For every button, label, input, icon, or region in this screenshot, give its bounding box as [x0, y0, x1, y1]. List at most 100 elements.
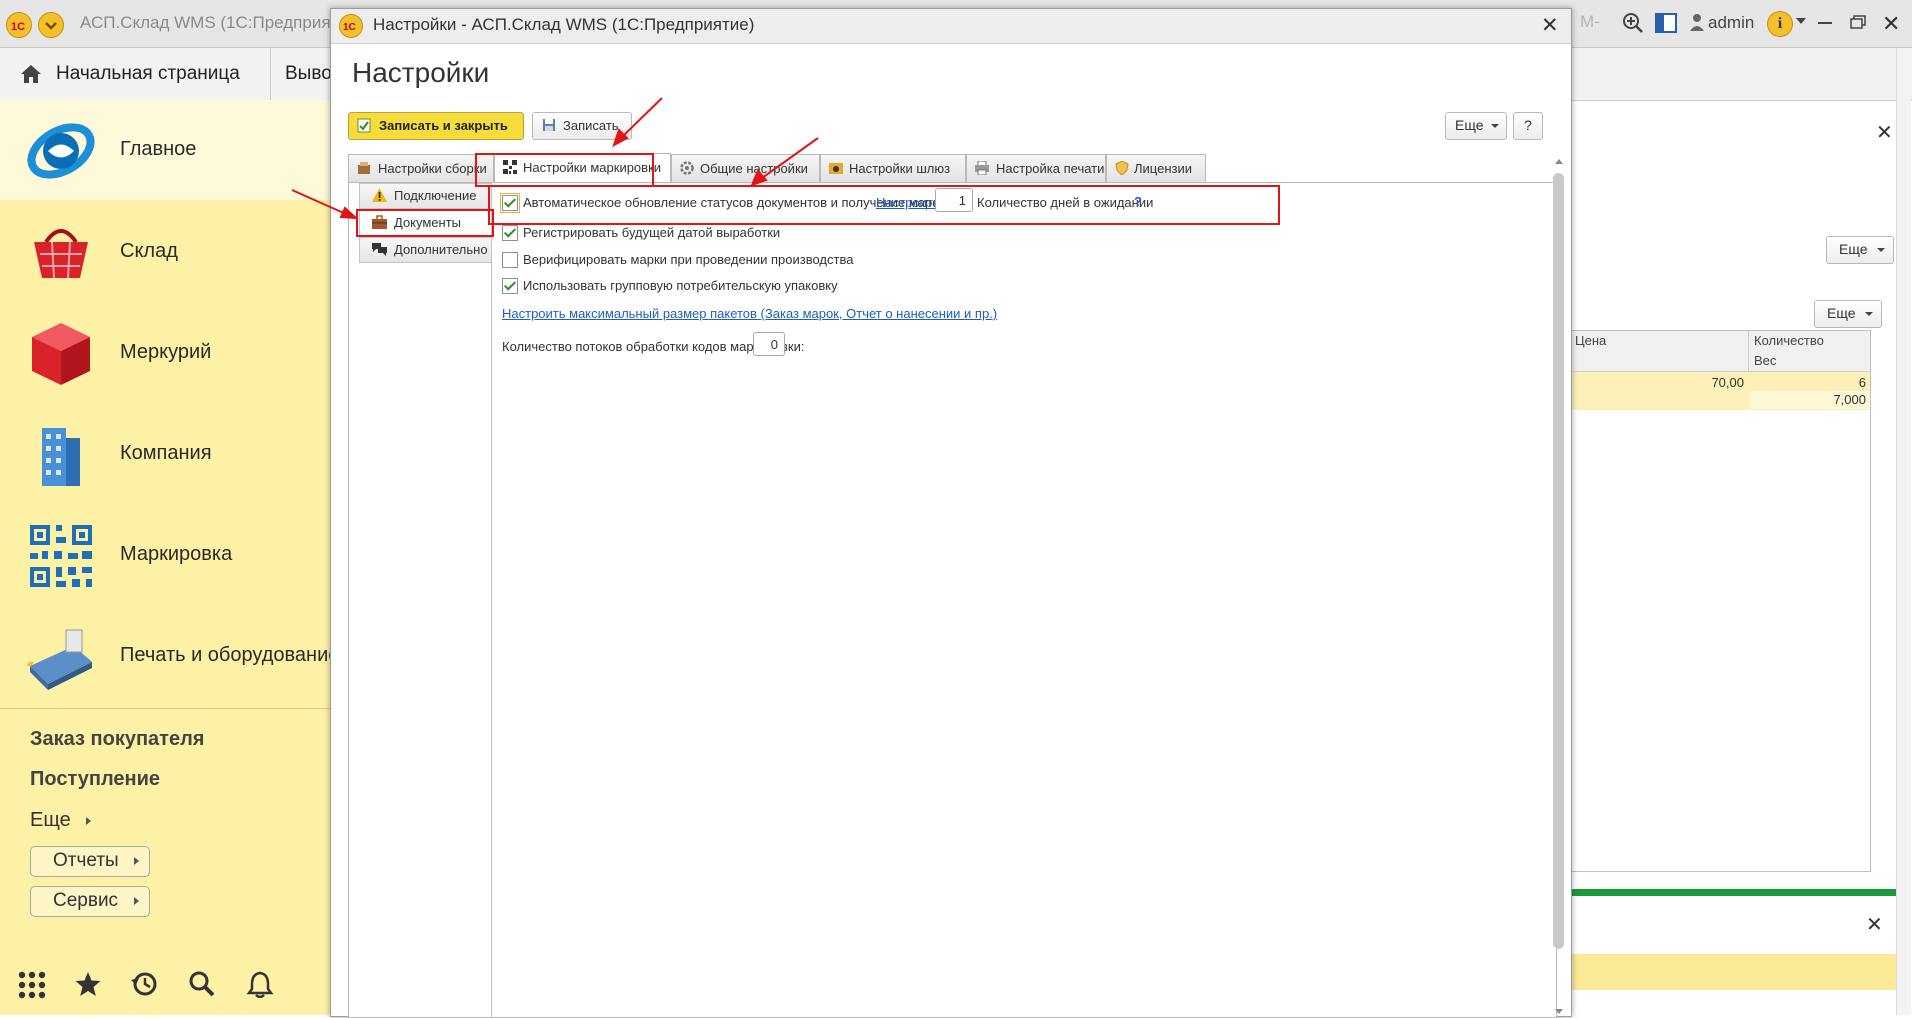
sections-panel: Главное Склад Меркурий Компания Маркиров…	[0, 100, 339, 1015]
help-button[interactable]: ?	[1513, 112, 1543, 140]
search-icon[interactable]	[188, 970, 216, 998]
help-label: ?	[1524, 117, 1532, 133]
quantity-cell: 6	[1858, 375, 1866, 390]
column-divider	[1748, 331, 1749, 371]
tab-label: Лицензии	[1134, 161, 1192, 176]
section-label: Меркурий	[120, 341, 212, 363]
future-date-label: Регистрировать будущей датой выработки	[523, 225, 781, 240]
tab-gateway-settings[interactable]: Настройки шлюз	[820, 154, 966, 182]
warning-icon	[372, 188, 387, 203]
more-button[interactable]: Еще	[1826, 236, 1894, 264]
group-pack-label: Использовать групповую потребительскую у…	[523, 278, 838, 293]
chevron-right-icon	[134, 897, 139, 905]
verify-checkbox[interactable]	[502, 252, 518, 268]
notifications-bell-icon[interactable]	[246, 970, 274, 999]
annotation-box-auto-update	[488, 185, 1280, 225]
section-company[interactable]: Компания	[0, 404, 330, 504]
command-receipt[interactable]: Поступление	[30, 768, 160, 791]
table-more-button[interactable]: Еще	[1814, 300, 1882, 328]
close-panel-icon[interactable]: ✕	[1866, 912, 1883, 937]
max-package-size-link[interactable]: Настроить максимальный размер пакетов (З…	[502, 306, 997, 321]
reports-label: Отчеты	[53, 850, 119, 871]
section-label: Компания	[120, 442, 212, 464]
tab-output[interactable]: Выво	[285, 48, 332, 100]
divider	[0, 708, 330, 709]
restore-icon[interactable]	[1850, 15, 1866, 29]
section-mercury[interactable]: Меркурий	[0, 303, 330, 403]
close-dialog-icon[interactable]: ✕	[1541, 13, 1559, 38]
user-name[interactable]: admin	[1708, 13, 1754, 33]
history-icon[interactable]	[130, 970, 158, 998]
subtab-additional[interactable]: Дополнительно	[359, 237, 492, 263]
scroll-up-icon[interactable]	[1555, 159, 1563, 164]
open-windows-bar: Начальная страница Выво	[0, 48, 340, 101]
subtab-connection[interactable]: Подключение	[359, 183, 492, 209]
main-logo-icon	[26, 116, 96, 186]
close-app-icon[interactable]: ✕	[1882, 11, 1900, 37]
dialog-scrollbar[interactable]	[1552, 159, 1566, 1016]
background-tabbar	[1570, 48, 1912, 101]
favorites-star-icon[interactable]	[74, 970, 102, 998]
section-print-equipment[interactable]: Печать и оборудование	[0, 606, 339, 706]
tab-label: Настройки шлюз	[849, 161, 951, 176]
service-button[interactable]: Сервис	[30, 886, 150, 917]
verify-label: Верифицировать марки при проведении прои…	[523, 252, 854, 267]
save-and-close-label: Записать и закрыть	[379, 118, 508, 133]
tab-home[interactable]: Начальная страница	[56, 48, 240, 100]
subtab-label: Дополнительно	[394, 242, 488, 257]
chevron-down-icon[interactable]	[1796, 18, 1806, 24]
future-date-checkbox[interactable]	[502, 225, 518, 241]
svg-text:1С: 1С	[343, 22, 356, 33]
section-warehouse[interactable]: Склад	[0, 202, 330, 302]
background-document: ✕ Еще Еще Цена Количество Вес 70,00 6 7,…	[1570, 48, 1912, 1015]
scroll-thumb[interactable]	[1553, 173, 1564, 949]
info-icon[interactable]: i	[1767, 11, 1793, 37]
tab-print-settings[interactable]: Настройка печати	[966, 154, 1106, 182]
svg-text:1С: 1С	[11, 21, 25, 33]
home-icon	[20, 64, 42, 84]
printer-icon	[975, 160, 989, 176]
annotation-box-documents	[356, 209, 494, 237]
chevron-right-icon	[86, 816, 92, 825]
threads-input[interactable]: 0	[753, 332, 785, 356]
1c-logo-icon[interactable]: 1С	[6, 12, 32, 38]
more-label: Еще	[1839, 241, 1868, 257]
more-commands-link[interactable]: Еще	[30, 809, 92, 832]
zoom-icon[interactable]	[1622, 12, 1644, 34]
more-label: Еще	[1827, 305, 1856, 321]
scrollbar[interactable]	[1896, 48, 1911, 1015]
panels-icon[interactable]	[1655, 13, 1677, 33]
chevron-down-icon	[1877, 248, 1885, 252]
section-label: Главное	[120, 138, 197, 160]
minimize-icon[interactable]	[1818, 22, 1832, 24]
section-marking[interactable]: Маркировка	[0, 505, 330, 605]
all-functions-icon[interactable]	[18, 971, 46, 999]
tab-general-settings[interactable]: Общие настройки	[671, 154, 820, 182]
save-button[interactable]: Записать	[532, 112, 632, 140]
tab-licenses[interactable]: Лицензии	[1106, 154, 1206, 182]
building-icon	[26, 420, 96, 490]
tab-label: Общие настройки	[700, 161, 808, 176]
user-icon	[1690, 13, 1704, 31]
documents-settings-panel: Автоматическое обновление статусов докум…	[491, 183, 1558, 1017]
reports-button[interactable]: Отчеты	[30, 846, 150, 877]
section-label: Склад	[120, 240, 178, 262]
more-button[interactable]: Еще	[1445, 112, 1507, 140]
save-and-close-button[interactable]: Записать и закрыть	[348, 112, 524, 140]
green-status-bar	[1570, 889, 1896, 896]
weight-cell: 7,000	[1833, 392, 1866, 407]
main-menu-icon[interactable]	[38, 12, 64, 38]
command-customer-order[interactable]: Заказ покупателя	[30, 728, 204, 751]
scroll-down-icon[interactable]	[1555, 1009, 1563, 1014]
tab-label: Настройка печати	[996, 161, 1105, 176]
group-pack-checkbox[interactable]	[502, 278, 518, 294]
annotation-box-marking-tab	[475, 153, 654, 187]
tab-divider	[270, 48, 271, 100]
dialog-title-bar: 1С Настройки - АСП.Склад WMS (1С:Предпри…	[331, 9, 1571, 44]
section-main[interactable]: Главное	[0, 100, 330, 200]
close-document-icon[interactable]: ✕	[1876, 120, 1893, 145]
tab-build-settings[interactable]: Настройки сборки	[348, 154, 494, 182]
section-label: Печать и оборудование	[120, 644, 340, 666]
floppy-icon	[542, 118, 556, 132]
column-quantity: Количество	[1754, 333, 1824, 348]
